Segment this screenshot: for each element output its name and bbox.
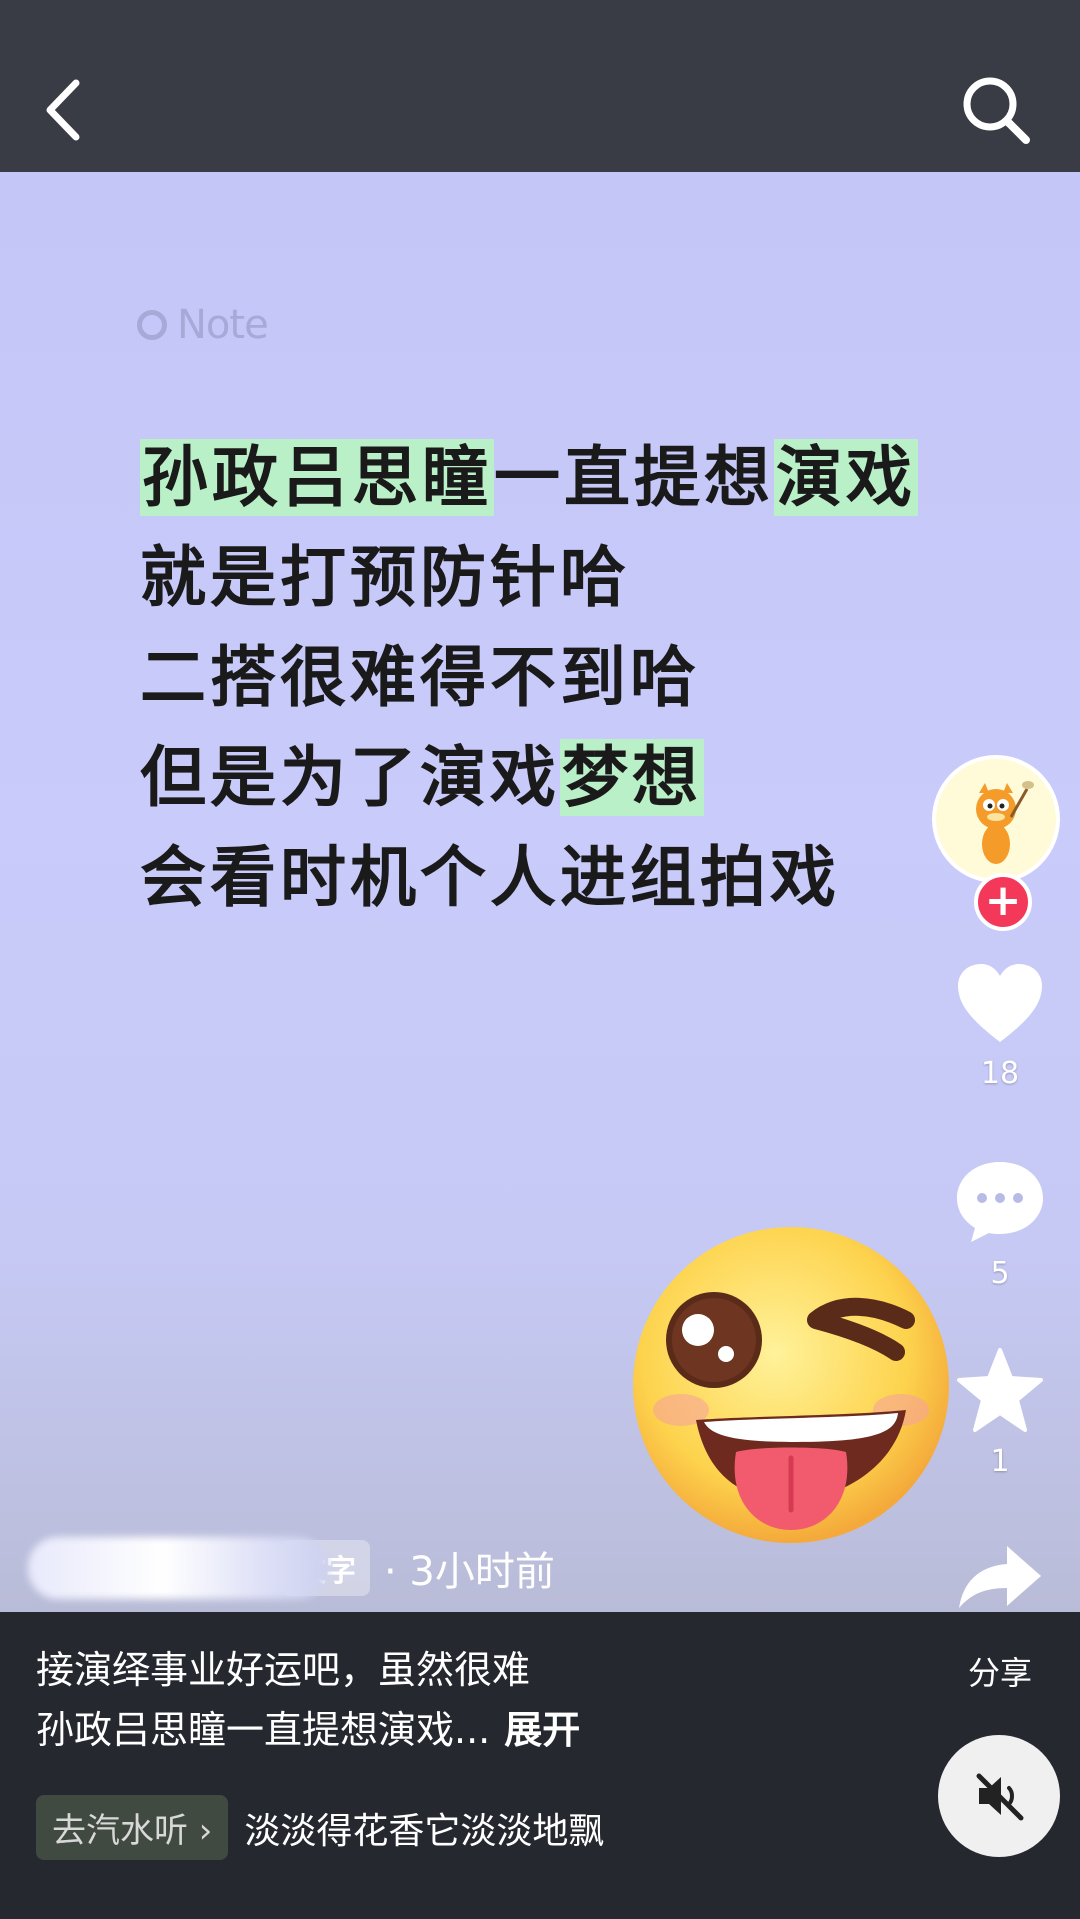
note-line-2: 就是打预防针哈	[140, 528, 918, 628]
note-line-1: 孙政吕思瞳一直提想演戏	[140, 428, 918, 528]
note-text-segment: 一直提想	[494, 439, 774, 516]
caption-line-1: 接演绎事业好运吧，虽然很难	[36, 1648, 531, 1692]
note-text: 孙政吕思瞳一直提想演戏 就是打预防针哈 二搭很难得不到哈 但是为了演戏梦想 会看时机个人…	[140, 428, 918, 928]
follow-button[interactable]: +	[974, 873, 1032, 931]
mute-button[interactable]	[938, 1735, 1060, 1857]
note-line-3: 二搭很难得不到哈	[140, 628, 918, 728]
caption-line-2: 孙政吕思瞳一直提想演戏...	[36, 1708, 491, 1752]
post-time: · 3小时前	[384, 1549, 555, 1595]
like-count: 18	[980, 1056, 1020, 1091]
comment-icon	[957, 1162, 1043, 1242]
chevron-left-icon	[46, 79, 80, 141]
share-label: 分享	[967, 1654, 1032, 1692]
post-meta: 文字 · 3小时前	[28, 1537, 555, 1599]
author-name-blurred[interactable]	[28, 1537, 328, 1599]
expand-button[interactable]: 展开	[504, 1708, 580, 1752]
author-avatar[interactable]	[932, 755, 1060, 883]
back-button[interactable]	[40, 75, 90, 145]
music-title[interactable]: 淡淡得花香它淡淡地飘	[244, 1802, 604, 1854]
note-text-segment: 二搭很难得不到哈	[140, 639, 700, 716]
note-line-5: 会看时机个人进组拍戏	[140, 828, 918, 928]
cartoon-cat-avatar-icon	[976, 781, 1034, 864]
highlighted-text: 孙政吕思瞳	[140, 439, 494, 516]
search-button[interactable]	[958, 72, 1034, 148]
share-button[interactable]	[930, 1542, 1070, 1616]
note-text-segment: 会看时机个人进组拍戏	[140, 839, 840, 916]
top-bar	[0, 0, 1080, 172]
circle-icon	[137, 310, 167, 340]
note-line-4: 但是为了演戏梦想	[140, 728, 918, 828]
star-icon	[957, 1348, 1043, 1432]
post-caption[interactable]: 接演绎事业好运吧，虽然很难 孙政吕思瞳一直提想演戏... 展开	[36, 1640, 580, 1760]
search-icon	[963, 77, 1030, 144]
listen-in-app-button[interactable]: 去汽水听 ›	[36, 1795, 229, 1860]
highlighted-text: 演戏	[774, 439, 918, 516]
note-text-segment: 就是打预防针哈	[140, 539, 630, 616]
note-label: Note	[177, 302, 269, 348]
speaker-muted-icon	[976, 1773, 1024, 1821]
highlighted-text: 梦想	[560, 739, 704, 816]
winking-tongue-emoji-icon	[633, 1227, 949, 1543]
note-tag: Note	[137, 302, 269, 348]
like-button[interactable]: 18	[930, 962, 1070, 1091]
music-row: 去汽水听 › 淡淡得花香它淡淡地飘	[36, 1795, 604, 1860]
note-text-segment: 但是为了演戏	[140, 739, 560, 816]
heart-icon	[958, 964, 1042, 1042]
share-arrow-icon	[959, 1546, 1041, 1608]
